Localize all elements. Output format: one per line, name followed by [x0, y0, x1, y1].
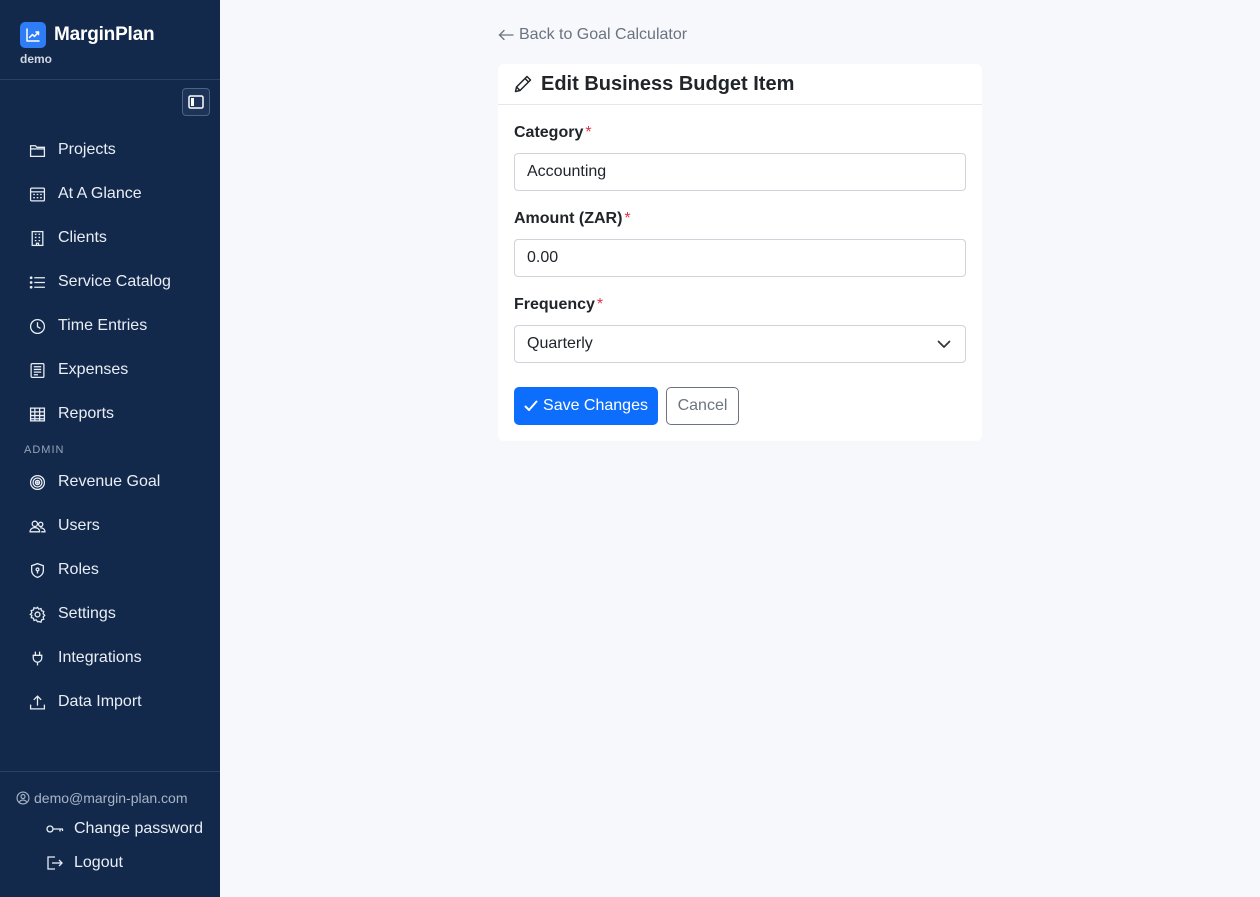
admin-section-label: ADMIN	[24, 444, 65, 456]
sidebar-item-label: Clients	[58, 229, 107, 246]
sidebar-item-at-a-glance[interactable]: At A Glance	[0, 172, 220, 216]
save-changes-label: Save Changes	[543, 397, 648, 414]
receipt-icon	[30, 362, 45, 378]
user-circle-icon	[16, 791, 30, 805]
edit-budget-item-card: Edit Business Budget Item Category* Amou…	[498, 64, 982, 441]
sidebar-item-label: Integrations	[58, 649, 142, 666]
sidebar-item-label: Projects	[58, 141, 116, 158]
required-mark: *	[596, 296, 604, 313]
sidebar-item-expenses[interactable]: Expenses	[0, 348, 220, 392]
sidebar-item-label: Service Catalog	[58, 273, 171, 290]
logout-label: Logout	[74, 854, 123, 871]
change-password-link[interactable]: Change password	[46, 820, 203, 838]
required-mark: *	[585, 124, 592, 141]
calendar-grid-icon	[29, 186, 46, 202]
sidebar-toggle-icon	[188, 95, 204, 109]
frequency-label: Frequency *	[514, 296, 603, 314]
brand[interactable]: MarginPlan	[20, 22, 155, 48]
sidebar-item-time-entries[interactable]: Time Entries	[0, 304, 220, 348]
sidebar-item-reports[interactable]: Reports	[0, 392, 220, 436]
arrow-left-icon	[498, 29, 514, 41]
clock-icon	[29, 318, 46, 334]
sidebar-item-label: Users	[58, 517, 100, 534]
sidebar: MarginPlan demo Projects At A Glance Cli…	[0, 0, 220, 897]
save-changes-button[interactable]: Save Changes	[514, 387, 658, 425]
sidebar-divider	[0, 79, 220, 80]
logout-icon	[47, 856, 63, 870]
building-icon	[31, 230, 44, 246]
sidebar-divider	[0, 771, 220, 772]
brand-name: MarginPlan	[54, 24, 155, 45]
sidebar-item-service-catalog[interactable]: Service Catalog	[0, 260, 220, 304]
sidebar-item-label: Data Import	[58, 693, 142, 710]
amount-input[interactable]	[514, 239, 966, 277]
tenant-name: demo	[20, 52, 53, 66]
category-label-text: Category	[514, 124, 584, 141]
card-header: Edit Business Budget Item	[498, 64, 982, 105]
amount-label: Amount (ZAR) *	[514, 210, 631, 228]
sidebar-item-label: At A Glance	[58, 185, 142, 202]
sidebar-item-data-import[interactable]: Data Import	[0, 680, 220, 724]
chevron-down-icon	[937, 340, 951, 348]
back-to-goal-calculator-link[interactable]: Back to Goal Calculator	[498, 26, 687, 44]
key-icon	[46, 825, 64, 833]
sidebar-item-revenue-goal[interactable]: Revenue Goal	[0, 460, 220, 504]
page-title: Edit Business Budget Item	[541, 72, 795, 95]
logout-link[interactable]: Logout	[46, 854, 123, 872]
sidebar-item-clients[interactable]: Clients	[0, 216, 220, 260]
back-link-label: Back to Goal Calculator	[519, 26, 688, 43]
change-password-label: Change password	[74, 820, 203, 837]
category-input[interactable]	[514, 153, 966, 191]
table-icon	[29, 406, 46, 422]
category-label: Category *	[514, 124, 592, 142]
check-icon	[524, 400, 538, 411]
gear-icon	[29, 605, 46, 623]
sidebar-item-label: Revenue Goal	[58, 473, 161, 490]
folder-icon	[29, 144, 46, 157]
user-email-text: demo@margin-plan.com	[34, 790, 188, 806]
pencil-icon	[514, 75, 532, 93]
user-email: demo@margin-plan.com	[16, 790, 188, 806]
sidebar-item-users[interactable]: Users	[0, 504, 220, 548]
users-icon	[29, 520, 46, 532]
shield-icon	[31, 562, 44, 578]
sidebar-item-integrations[interactable]: Integrations	[0, 636, 220, 680]
frequency-selected-value: Quarterly	[527, 335, 593, 352]
frequency-label-text: Frequency	[514, 296, 595, 313]
sidebar-item-projects[interactable]: Projects	[0, 128, 220, 172]
chart-line-icon	[20, 22, 46, 48]
sidebar-item-label: Reports	[58, 405, 115, 422]
sidebar-item-label: Expenses	[58, 361, 129, 378]
frequency-select[interactable]: Quarterly	[514, 325, 966, 363]
sidebar-item-settings[interactable]: Settings	[0, 592, 220, 636]
sidebar-item-label: Settings	[58, 605, 116, 622]
sidebar-toggle-button[interactable]	[182, 88, 210, 116]
amount-label-text: Amount (ZAR)	[514, 210, 623, 227]
upload-icon	[29, 694, 46, 710]
sidebar-item-label: Roles	[58, 561, 99, 578]
required-mark: *	[624, 210, 631, 227]
plug-icon	[32, 651, 43, 665]
sidebar-item-roles[interactable]: Roles	[0, 548, 220, 592]
cancel-button[interactable]: Cancel	[666, 387, 739, 425]
target-icon	[29, 474, 46, 490]
list-icon	[29, 275, 45, 289]
sidebar-item-label: Time Entries	[58, 317, 148, 334]
